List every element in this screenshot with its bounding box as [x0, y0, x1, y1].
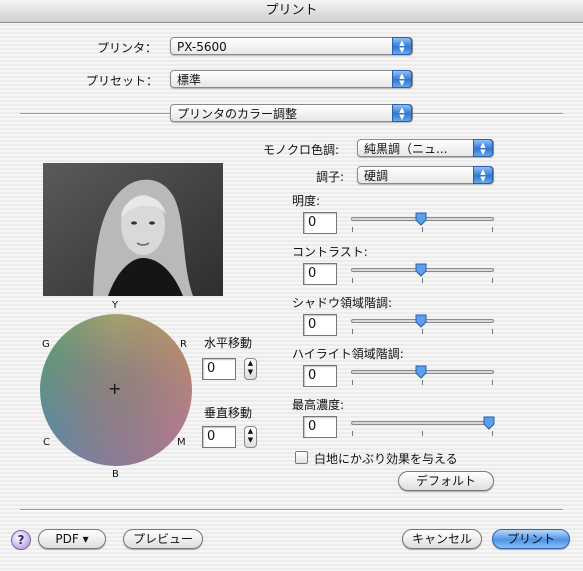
slider-track[interactable]: [351, 421, 494, 425]
slider-ticks: [351, 278, 494, 283]
mono-tone-label: モノクロ色調:: [263, 143, 340, 157]
wheel-label-r: R: [180, 339, 187, 350]
preset-value: 標準: [177, 73, 202, 87]
slider-ticks: [351, 329, 494, 334]
slider-label: ハイライト領域階調:: [292, 347, 404, 361]
vertical-move-label: 垂直移動: [204, 406, 253, 420]
popup-arrows-icon: ▲ ▼: [473, 139, 493, 157]
wheel-label-m: M: [177, 437, 186, 448]
horizontal-move-label: 水平移動: [204, 336, 253, 350]
vertical-move-stepper[interactable]: ▲ ▼: [244, 426, 257, 448]
separator: [20, 509, 563, 511]
tone-label: 調子:: [316, 170, 345, 184]
slider-thumb[interactable]: [483, 416, 495, 430]
slider-label: シャドウ領域階調:: [292, 296, 393, 310]
popup-arrows-icon: ▲ ▼: [392, 104, 412, 122]
help-button[interactable]: ?: [11, 530, 31, 550]
tone-popup[interactable]: 硬調 ▲ ▼: [357, 166, 494, 184]
popup-arrows-icon: ▲ ▼: [392, 37, 412, 55]
preview-image: [43, 163, 223, 296]
print-button[interactable]: プリント: [492, 529, 570, 549]
slider-value-field[interactable]: 0: [303, 365, 337, 387]
wheel-label-c: C: [43, 437, 50, 448]
slider-label: コントラスト:: [292, 245, 368, 259]
wheel-label-g: G: [42, 339, 50, 350]
default-button[interactable]: デフォルト: [398, 471, 494, 491]
paper-white-label: 白地にかぶり効果を与える: [314, 452, 458, 466]
slider-value-field[interactable]: 0: [303, 314, 337, 336]
popup-arrows-icon: ▲ ▼: [473, 166, 493, 184]
slider-value-field[interactable]: 0: [303, 212, 337, 234]
color-wheel-center-mark[interactable]: +: [108, 381, 121, 397]
slider-thumb[interactable]: [415, 365, 427, 379]
slider-ticks: [351, 380, 494, 385]
panel-value: プリンタのカラー調整: [177, 107, 298, 121]
slider-ticks: [351, 227, 494, 232]
printer-label: プリンタ：: [97, 41, 158, 55]
mono-tone-value: 純黒調（ニュ...: [364, 142, 448, 156]
slider-label: 明度:: [292, 194, 321, 208]
preview-button[interactable]: プレビュー: [123, 529, 203, 549]
popup-arrows-icon: ▲ ▼: [392, 70, 412, 88]
mono-tone-popup[interactable]: 純黒調（ニュ... ▲ ▼: [357, 139, 494, 157]
printer-popup[interactable]: PX-5600 ▲ ▼: [170, 37, 413, 55]
vertical-move-field[interactable]: 0: [202, 426, 236, 448]
slider-thumb[interactable]: [415, 314, 427, 328]
preset-label: プリセット：: [86, 74, 159, 88]
horizontal-move-stepper[interactable]: ▲ ▼: [244, 358, 257, 380]
cancel-button[interactable]: キャンセル: [402, 529, 482, 549]
window-title: プリント: [0, 0, 583, 23]
slider-ticks: [351, 431, 494, 436]
wheel-label-y: Y: [112, 300, 119, 311]
slider-value-field[interactable]: 0: [303, 263, 337, 285]
horizontal-move-field[interactable]: 0: [202, 358, 236, 380]
slider-thumb[interactable]: [415, 212, 427, 226]
paper-white-checkbox[interactable]: [295, 451, 308, 464]
pdf-button[interactable]: PDF ▾: [38, 529, 106, 549]
wheel-label-b: B: [112, 469, 119, 480]
slider-value-field[interactable]: 0: [303, 416, 337, 438]
tone-value: 硬調: [364, 169, 389, 183]
panel-popup[interactable]: プリンタのカラー調整 ▲ ▼: [170, 104, 413, 122]
preset-popup[interactable]: 標準 ▲ ▼: [170, 70, 413, 88]
printer-value: PX-5600: [177, 40, 227, 54]
slider-label: 最高濃度:: [292, 398, 345, 412]
slider-thumb[interactable]: [415, 263, 427, 277]
